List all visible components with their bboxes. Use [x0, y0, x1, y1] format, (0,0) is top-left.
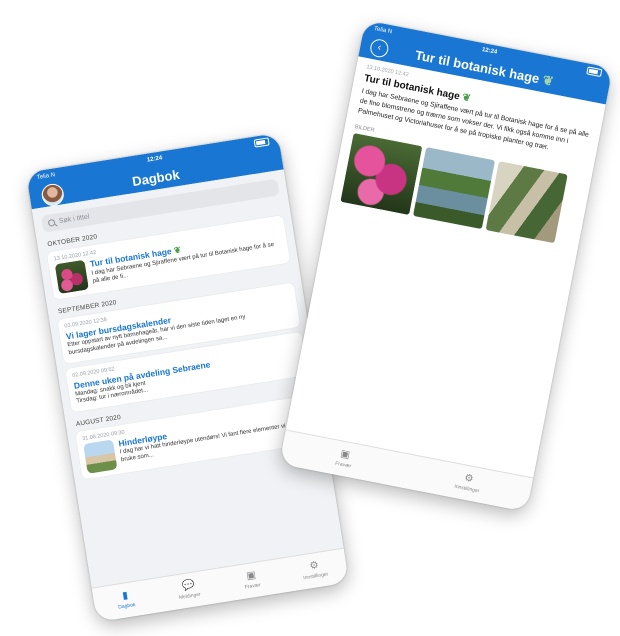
gear-icon: ⚙ [308, 559, 320, 573]
tab-dagbok[interactable]: ▮ Dagbok [92, 579, 160, 623]
tab-label: Meldinger [178, 591, 202, 602]
gallery-photo[interactable] [340, 132, 423, 215]
battery-icon [253, 136, 270, 148]
diary-detail-screen: Telia N 12:24 ‹ Tur til botanisk hage ❦ … [279, 20, 613, 512]
calendar-icon: ▣ [245, 569, 257, 583]
back-button[interactable]: ‹ [368, 37, 390, 59]
tab-meldinger[interactable]: 💬 Meldinger [155, 569, 223, 613]
tab-fravaer[interactable]: ▣ Fravær [218, 559, 286, 603]
chat-icon: 💬 [181, 579, 196, 593]
page-title: Dagbok [131, 166, 181, 189]
status-time: 12:24 [481, 46, 498, 56]
carrier-label: Telia N [36, 171, 56, 181]
carrier-label: Telia N [373, 25, 393, 35]
leaf-icon: ❦ [461, 92, 472, 105]
tab-label: Dagbok [117, 601, 136, 611]
tab-label: Innstillinger [453, 483, 480, 495]
gear-icon: ⚙ [463, 472, 475, 486]
post-detail[interactable]: 13.10.2020 12:42 Tur til botanisk hage ❦… [285, 56, 606, 479]
tab-innstillinger[interactable]: ⚙ Innstillinger [281, 549, 349, 593]
chevron-left-icon: ‹ [376, 42, 383, 54]
tab-label: Fravær [334, 460, 352, 470]
search-icon [47, 218, 56, 227]
entry-thumbnail [83, 439, 118, 474]
tab-label: Fravær [244, 582, 262, 591]
status-time: 12:24 [146, 154, 163, 164]
gallery-photo[interactable] [485, 160, 568, 243]
search-placeholder: Søk i tittel [58, 213, 90, 226]
gallery-photo[interactable] [413, 146, 496, 229]
leaf-icon: ❦ [173, 244, 182, 256]
calendar-icon: ▣ [339, 448, 351, 462]
battery-icon [586, 65, 603, 77]
entry-thumbnail [54, 259, 89, 295]
book-icon: ▮ [121, 590, 129, 602]
tab-label: Innstillinger [302, 571, 329, 582]
leaf-icon: ❦ [541, 72, 555, 89]
